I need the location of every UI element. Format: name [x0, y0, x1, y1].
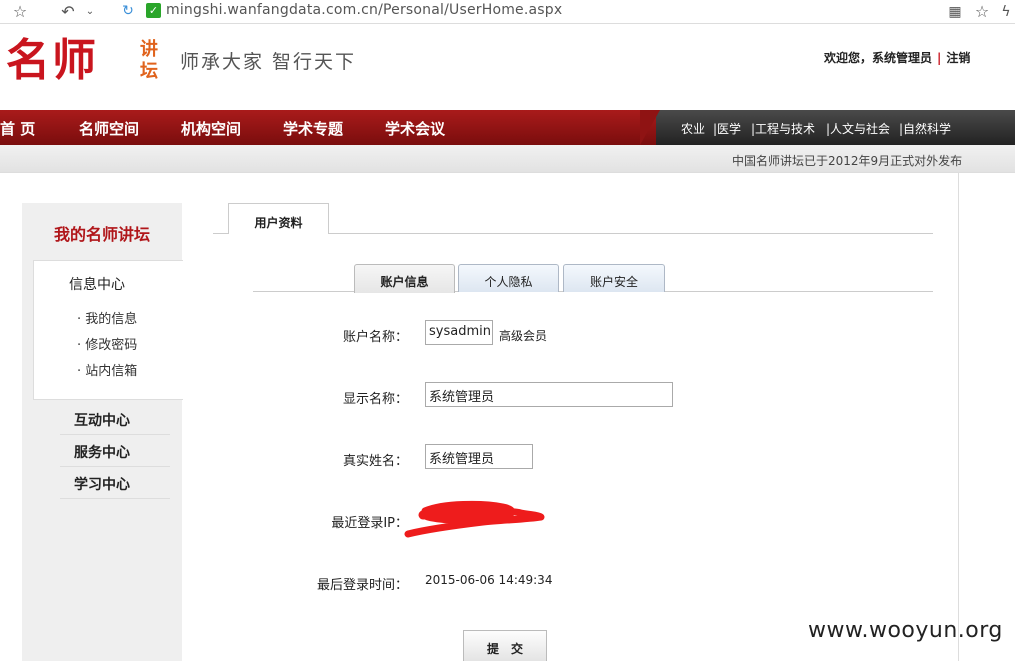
nav-divider-shape	[640, 110, 660, 145]
site-slogan: 师承大家 智行天下	[180, 51, 357, 73]
category-agriculture[interactable]: 农业	[681, 120, 705, 137]
sidebar-section-interaction[interactable]: 互动中心	[60, 403, 170, 435]
site-logo-small: 讲坛	[140, 39, 158, 82]
real-name-label: 真实姓名：	[342, 454, 408, 469]
submit-button[interactable]: 提交	[463, 630, 547, 661]
sidebar-title: 我的名师讲坛	[53, 225, 150, 244]
last-ip-label: 最近登录IP：	[331, 516, 408, 531]
welcome-area: 欢迎您，系统管理员 | 注销	[824, 49, 970, 66]
site-logo[interactable]: 名师	[6, 35, 98, 87]
lightning-icon[interactable]: ϟ	[996, 2, 1015, 22]
display-name-label: 显示名称：	[342, 392, 408, 407]
watermark-text: www.wooyun.org	[808, 618, 1003, 643]
site-header: 名师 讲坛 师承大家 智行天下 欢迎您，系统管理员 | 注销	[0, 25, 1015, 110]
redaction-scribble	[404, 500, 545, 538]
reload-icon[interactable]: ↻	[118, 1, 138, 21]
sidebar-section-learning[interactable]: 学习中心	[60, 467, 170, 499]
address-bar[interactable]: ↻ ✓ mingshi.wanfangdata.com.cn/Personal/…	[112, 0, 1012, 23]
sidebar-info-panel: 信息中心 · 我的信息 · 修改密码 · 站内信箱	[33, 260, 183, 400]
sidebar-section-label: 服务中心	[74, 445, 130, 461]
last-login-time-label: 最后登录时间：	[316, 578, 408, 593]
display-name-field[interactable]: 系统管理员	[425, 382, 673, 407]
category-humanities[interactable]: |人文与社会	[826, 120, 890, 137]
page-right-divider	[958, 173, 959, 661]
announcement-text: 中国名师讲坛已于2012年9月正式对外发布	[732, 154, 963, 168]
subtab-label: 账户安全	[589, 275, 638, 289]
sidebar: 我的名师讲坛 信息中心 · 我的信息 · 修改密码 · 站内信箱 互动中心 服务…	[22, 203, 183, 661]
announcement-bar: 中国名师讲坛已于2012年9月正式对外发布	[0, 145, 1015, 173]
member-level-badge: 高级会员	[499, 329, 548, 343]
bookmark-star-icon[interactable]: ☆	[972, 2, 992, 22]
tab-label: 用户资料	[254, 216, 303, 230]
browser-toolbar: ☆ ↶ ⌄ ↻ ✓ mingshi.wanfangdata.com.cn/Per…	[0, 0, 1015, 24]
account-name-label: 账户名称：	[342, 330, 408, 345]
subtab-account-info[interactable]: 账户信息	[354, 264, 455, 293]
real-name-field[interactable]: 系统管理员	[425, 444, 533, 469]
tab-user-profile[interactable]: 用户资料	[228, 203, 329, 234]
category-medicine[interactable]: |医学	[713, 120, 741, 137]
qr-code-icon[interactable]: ▦	[945, 2, 965, 22]
chevron-down-icon[interactable]: ⌄	[80, 2, 100, 22]
last-login-time-value: 2015-06-06 14:49:34	[425, 573, 553, 587]
sidebar-section-service[interactable]: 服务中心	[60, 435, 170, 467]
nav-item-topics[interactable]: 学术专题	[283, 118, 343, 139]
welcome-separator: |	[937, 51, 942, 65]
nav-item-home[interactable]: 首 页	[0, 118, 35, 139]
redaction-stroke	[418, 508, 513, 520]
star-icon[interactable]: ☆	[10, 2, 30, 22]
sidebar-link-my-info[interactable]: · 我的信息	[77, 308, 137, 327]
sidebar-section-label: 互动中心	[74, 413, 130, 429]
undo-icon[interactable]: ↶	[58, 2, 78, 22]
secure-check-icon: ✓	[146, 3, 161, 18]
nav-item-conferences[interactable]: 学术会议	[385, 118, 445, 139]
logout-link[interactable]: 注销	[946, 51, 970, 65]
sidebar-link-change-password[interactable]: · 修改密码	[77, 334, 137, 353]
subtab-label: 账户信息	[380, 275, 429, 289]
nav-item-teacher-space[interactable]: 名师空间	[79, 118, 139, 139]
sidebar-panel-title[interactable]: 信息中心	[69, 274, 125, 294]
subtab-label: 个人隐私	[484, 275, 533, 289]
sidebar-section-label: 学习中心	[74, 477, 130, 493]
category-natural-science[interactable]: |自然科学	[899, 120, 951, 137]
sidebar-link-inbox[interactable]: · 站内信箱	[77, 360, 137, 379]
welcome-text: 欢迎您，系统管理员	[824, 51, 933, 65]
url-text[interactable]: mingshi.wanfangdata.com.cn/Personal/User…	[166, 2, 562, 18]
account-name-field[interactable]: sysadmin	[425, 320, 493, 345]
main-nav: 首 页 名师空间 机构空间 学术专题 学术会议 农业 |医学 |工程与技术 |人…	[0, 110, 1015, 145]
subtab-security[interactable]: 账户安全	[563, 264, 665, 292]
subtab-privacy[interactable]: 个人隐私	[458, 264, 559, 292]
category-engineering[interactable]: |工程与技术	[751, 120, 815, 137]
nav-item-org-space[interactable]: 机构空间	[181, 118, 241, 139]
